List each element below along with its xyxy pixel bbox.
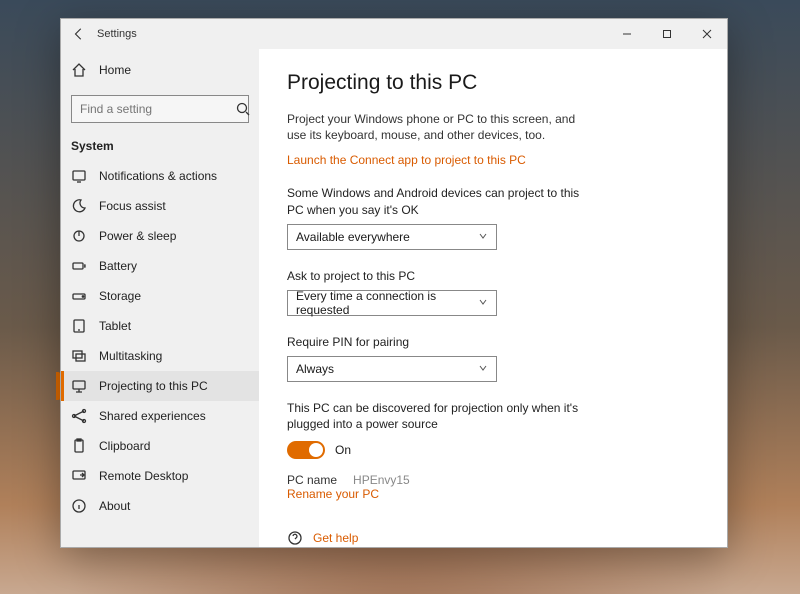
titlebar: Settings: [61, 19, 727, 49]
storage-icon: [71, 288, 87, 304]
sidebar-item-label: Shared experiences: [99, 409, 206, 423]
multitasking-icon: [71, 348, 87, 364]
require-pin-label: Require PIN for pairing: [287, 334, 587, 350]
sidebar-item-label: Notifications & actions: [99, 169, 217, 183]
back-button[interactable]: [61, 19, 97, 49]
sidebar-item-label: Focus assist: [99, 199, 166, 213]
sidebar-item-label: Storage: [99, 289, 141, 303]
sidebar-item-label: Multitasking: [99, 349, 162, 363]
pc-name-label: PC name: [287, 473, 337, 487]
sidebar-item-notifications[interactable]: Notifications & actions: [61, 161, 259, 191]
sidebar-item-power-sleep[interactable]: Power & sleep: [61, 221, 259, 251]
battery-icon: [71, 258, 87, 274]
shared-icon: [71, 408, 87, 424]
get-help-link[interactable]: Get help: [313, 531, 358, 545]
page-description: Project your Windows phone or PC to this…: [287, 111, 587, 143]
notification-icon: [71, 168, 87, 184]
clipboard-icon: [71, 438, 87, 454]
availability-label: Some Windows and Android devices can pro…: [287, 185, 587, 217]
settings-window: Settings Home System Notifications & act…: [60, 18, 728, 548]
home-button[interactable]: Home: [61, 55, 259, 85]
sidebar-item-label: Tablet: [99, 319, 131, 333]
sidebar-item-shared-experiences[interactable]: Shared experiences: [61, 401, 259, 431]
require-pin-value: Always: [296, 362, 334, 376]
sidebar: Home System Notifications & actions Focu…: [61, 49, 259, 547]
main-content: Projecting to this PC Project your Windo…: [259, 49, 727, 547]
sidebar-item-label: About: [99, 499, 130, 513]
sidebar-item-tablet[interactable]: Tablet: [61, 311, 259, 341]
availability-value: Available everywhere: [296, 230, 410, 244]
discoverable-toggle[interactable]: [287, 441, 325, 459]
sidebar-item-label: Battery: [99, 259, 137, 273]
projecting-icon: [71, 378, 87, 394]
sidebar-item-battery[interactable]: Battery: [61, 251, 259, 281]
sidebar-item-multitasking[interactable]: Multitasking: [61, 341, 259, 371]
search-box[interactable]: [71, 95, 249, 123]
sidebar-item-remote-desktop[interactable]: Remote Desktop: [61, 461, 259, 491]
info-icon: [71, 498, 87, 514]
ask-project-select[interactable]: Every time a connection is requested: [287, 290, 497, 316]
chevron-down-icon: [478, 362, 488, 376]
app-title: Settings: [97, 28, 137, 40]
help-icon: [287, 530, 303, 546]
ask-project-value: Every time a connection is requested: [296, 289, 478, 317]
search-icon: [235, 101, 251, 117]
home-label: Home: [99, 63, 131, 77]
chevron-down-icon: [478, 296, 488, 310]
sidebar-item-clipboard[interactable]: Clipboard: [61, 431, 259, 461]
maximize-button[interactable]: [647, 19, 687, 49]
ask-project-label: Ask to project to this PC: [287, 268, 587, 284]
sidebar-item-label: Power & sleep: [99, 229, 176, 243]
sidebar-item-focus-assist[interactable]: Focus assist: [61, 191, 259, 221]
home-icon: [71, 62, 87, 78]
search-input[interactable]: [80, 102, 235, 116]
section-label: System: [61, 133, 259, 161]
sidebar-item-about[interactable]: About: [61, 491, 259, 521]
sidebar-item-label: Clipboard: [99, 439, 150, 453]
page-title: Projecting to this PC: [287, 71, 699, 95]
minimize-button[interactable]: [607, 19, 647, 49]
discoverable-label: This PC can be discovered for projection…: [287, 400, 587, 432]
moon-icon: [71, 198, 87, 214]
pc-name-value: HPEnvy15: [353, 473, 410, 487]
sidebar-item-label: Remote Desktop: [99, 469, 188, 483]
remote-desktop-icon: [71, 468, 87, 484]
availability-select[interactable]: Available everywhere: [287, 224, 497, 250]
launch-connect-link[interactable]: Launch the Connect app to project to thi…: [287, 153, 526, 167]
close-button[interactable]: [687, 19, 727, 49]
rename-pc-link[interactable]: Rename your PC: [287, 487, 379, 501]
toggle-state-label: On: [335, 443, 351, 457]
toggle-thumb: [309, 443, 323, 457]
chevron-down-icon: [478, 230, 488, 244]
sidebar-item-projecting[interactable]: Projecting to this PC: [61, 371, 259, 401]
sidebar-item-label: Projecting to this PC: [99, 379, 208, 393]
tablet-icon: [71, 318, 87, 334]
require-pin-select[interactable]: Always: [287, 356, 497, 382]
sidebar-item-storage[interactable]: Storage: [61, 281, 259, 311]
power-icon: [71, 228, 87, 244]
